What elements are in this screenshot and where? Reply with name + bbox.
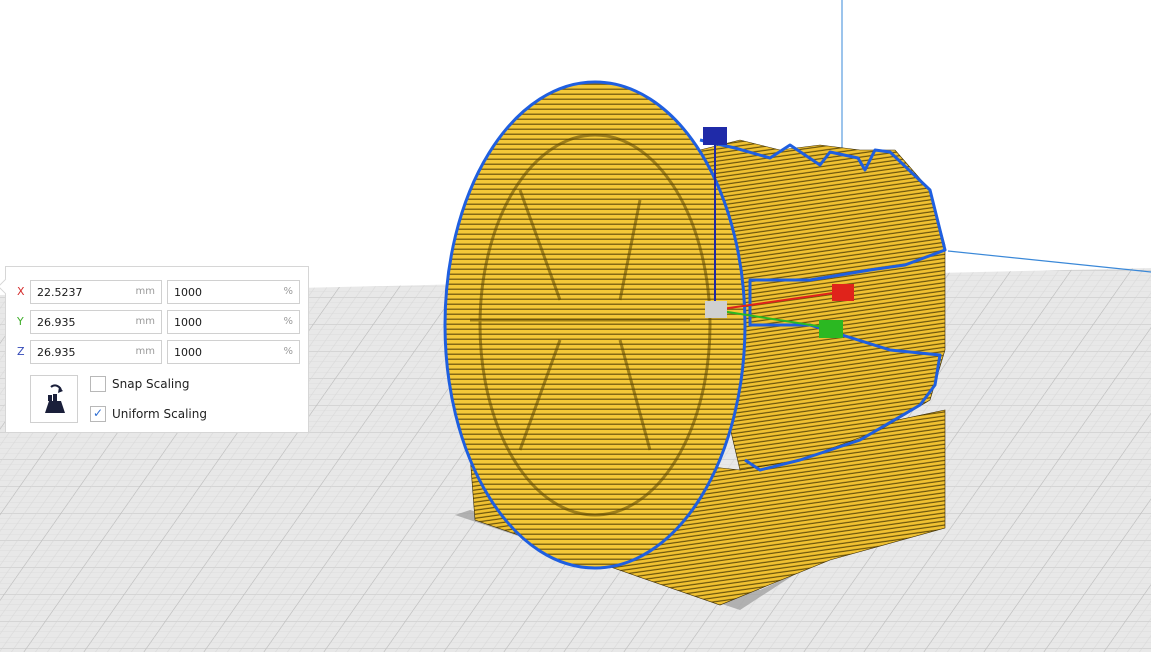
size-z-input[interactable]: 26.935 mm xyxy=(30,340,162,364)
scale-to-max-icon xyxy=(45,384,65,413)
snap-scaling-label: Snap Scaling xyxy=(112,377,190,391)
percent-x-input[interactable]: 1000 % xyxy=(167,280,300,304)
size-x-input[interactable]: 22.5237 mm xyxy=(30,280,162,304)
size-y-unit: mm xyxy=(135,316,155,327)
percent-z-unit: % xyxy=(283,346,293,357)
size-x-unit: mm xyxy=(135,286,155,297)
percent-x-value: 1000 xyxy=(174,286,202,299)
size-y-input[interactable]: 26.935 mm xyxy=(30,310,162,334)
size-z-value: 26.935 xyxy=(37,346,76,359)
scale-row-x: X 22.5237 mm 1000 % xyxy=(6,280,308,304)
uniform-scaling-checkbox[interactable]: ✓ xyxy=(90,406,106,422)
size-y-value: 26.935 xyxy=(37,316,76,329)
uniform-scaling-label: Uniform Scaling xyxy=(112,407,207,421)
gizmo-x-handle[interactable] xyxy=(832,284,854,301)
scale-row-y: Y 26.935 mm 1000 % xyxy=(6,310,308,334)
gizmo-center-handle[interactable] xyxy=(705,301,727,318)
percent-z-input[interactable]: 1000 % xyxy=(167,340,300,364)
percent-y-unit: % xyxy=(283,316,293,327)
axis-label-x: X xyxy=(17,285,25,298)
percent-y-input[interactable]: 1000 % xyxy=(167,310,300,334)
scale-to-max-button[interactable] xyxy=(30,375,78,423)
axis-label-z: Z xyxy=(17,345,25,358)
model-spool-flange xyxy=(443,80,747,570)
gizmo-y-handle[interactable] xyxy=(819,320,843,338)
percent-x-unit: % xyxy=(283,286,293,297)
size-z-unit: mm xyxy=(135,346,155,357)
snap-scaling-checkbox[interactable] xyxy=(90,376,106,392)
checkmark-icon: ✓ xyxy=(93,406,104,420)
percent-z-value: 1000 xyxy=(174,346,202,359)
gizmo-z-handle[interactable] xyxy=(703,127,727,145)
percent-y-value: 1000 xyxy=(174,316,202,329)
scale-tool-panel: X 22.5237 mm 1000 % Y 26.935 mm 1000 % Z… xyxy=(0,266,309,433)
scale-row-z: Z 26.935 mm 1000 % xyxy=(6,340,308,364)
axis-label-y: Y xyxy=(17,315,24,328)
size-x-value: 22.5237 xyxy=(37,286,83,299)
